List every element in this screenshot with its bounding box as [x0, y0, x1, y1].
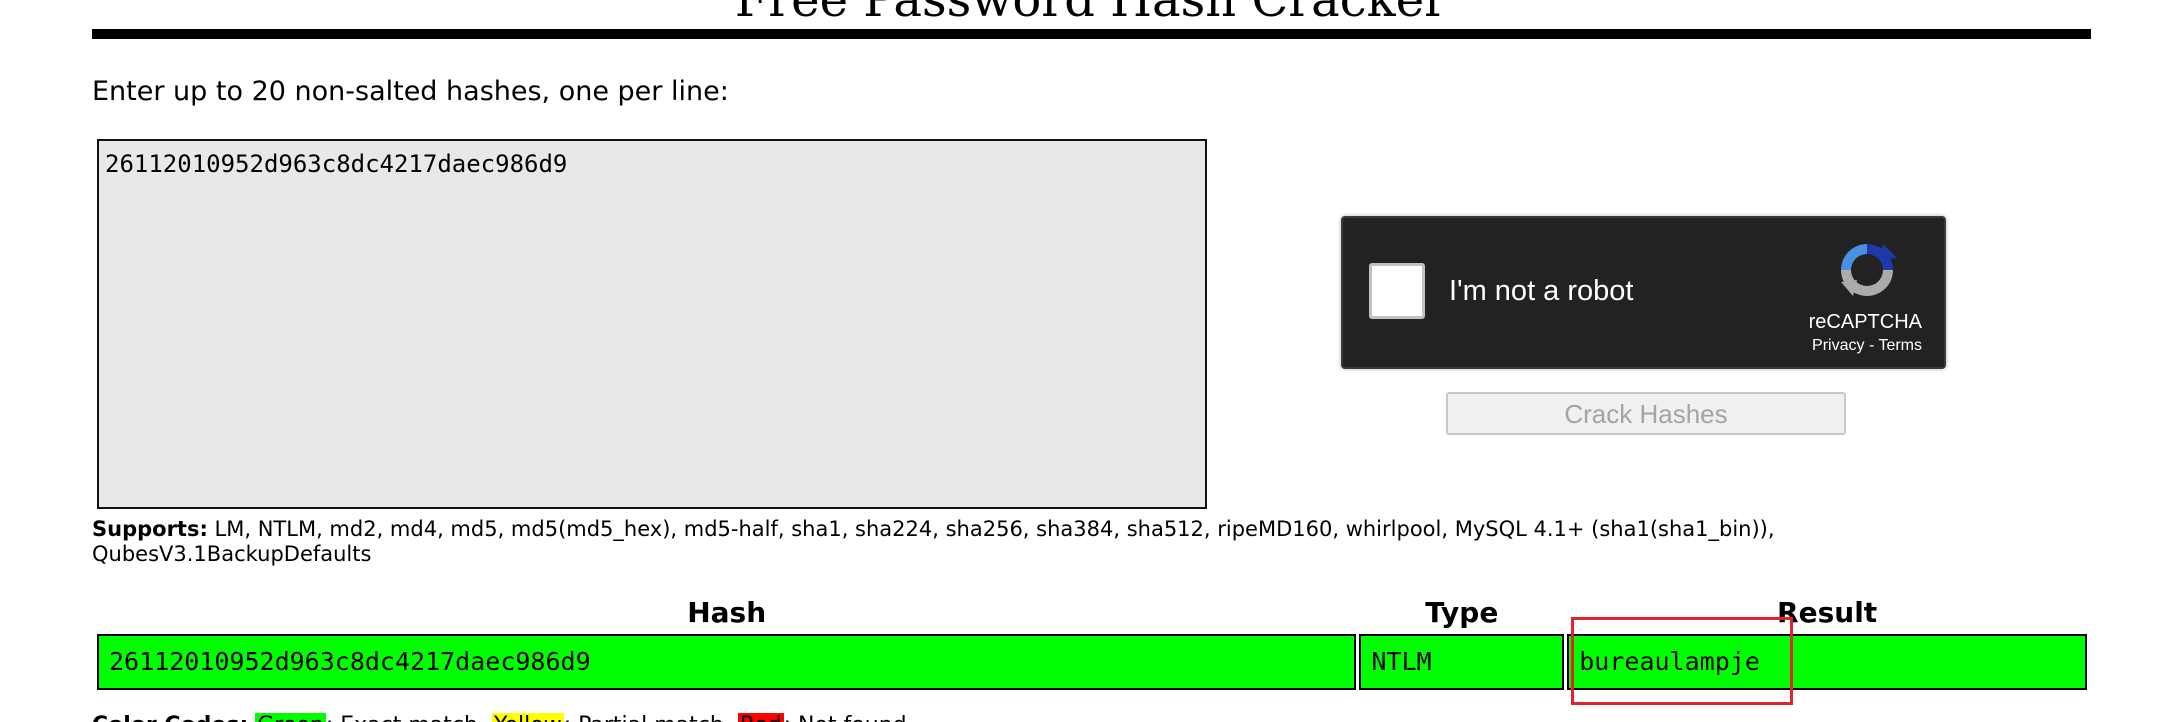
- supports-label: Supports:: [92, 517, 208, 541]
- recaptcha-privacy-link[interactable]: Privacy: [1812, 337, 1864, 354]
- yellow-swatch: Yellow: [491, 713, 564, 722]
- hashes-input[interactable]: [97, 139, 1207, 509]
- green-description: : Exact match,: [326, 713, 492, 722]
- results-header-row: Hash Type Result: [97, 595, 2087, 631]
- red-swatch: Red: [737, 713, 784, 722]
- recaptcha-widget: I'm not a robot reCAPTCHA Privacy - Term…: [1341, 216, 1946, 369]
- type-column-header: Type: [1425, 596, 1499, 629]
- recaptcha-label: I'm not a robot: [1449, 275, 1634, 307]
- type-cell: NTLM: [1359, 634, 1565, 690]
- title-divider: [92, 29, 2091, 39]
- hash-cell: 26112010952d963c8dc4217daec986d9: [97, 634, 1357, 690]
- green-swatch: Green: [255, 713, 326, 722]
- color-codes-label: Color Codes:: [92, 713, 248, 722]
- hash-column-header: Hash: [687, 596, 767, 629]
- result-column-header: Result: [1777, 596, 1878, 629]
- recaptcha-links-separator: -: [1864, 337, 1879, 354]
- page-title: Free Password Hash Cracker: [734, 0, 1448, 28]
- instructions-text: Enter up to 20 non-salted hashes, one pe…: [92, 76, 729, 107]
- recaptcha-logo-icon: [1841, 244, 1897, 296]
- result-cell: bureaulampje: [1567, 634, 2087, 690]
- red-description: : Not found.: [784, 713, 914, 722]
- yellow-description: : Partial match,: [564, 713, 738, 722]
- supports-text: LM, NTLM, md2, md4, md5, md5(md5_hex), m…: [92, 517, 1775, 566]
- supported-algorithms: Supports: LM, NTLM, md2, md4, md5, md5(m…: [92, 517, 1972, 567]
- recaptcha-links: Privacy - Terms: [1812, 336, 1922, 356]
- recaptcha-brand: reCAPTCHA: [1808, 311, 1922, 333]
- recaptcha-terms-link[interactable]: Terms: [1878, 337, 1922, 354]
- recaptcha-checkbox[interactable]: [1369, 263, 1425, 319]
- results-table: Hash Type Result 26112010952d963c8dc4217…: [94, 592, 2090, 693]
- table-row: 26112010952d963c8dc4217daec986d9 NTLM bu…: [97, 634, 2087, 690]
- crack-hashes-button[interactable]: Crack Hashes: [1446, 392, 1846, 435]
- color-codes-legend: Color Codes: Green: Exact match, Yellow:…: [92, 713, 914, 722]
